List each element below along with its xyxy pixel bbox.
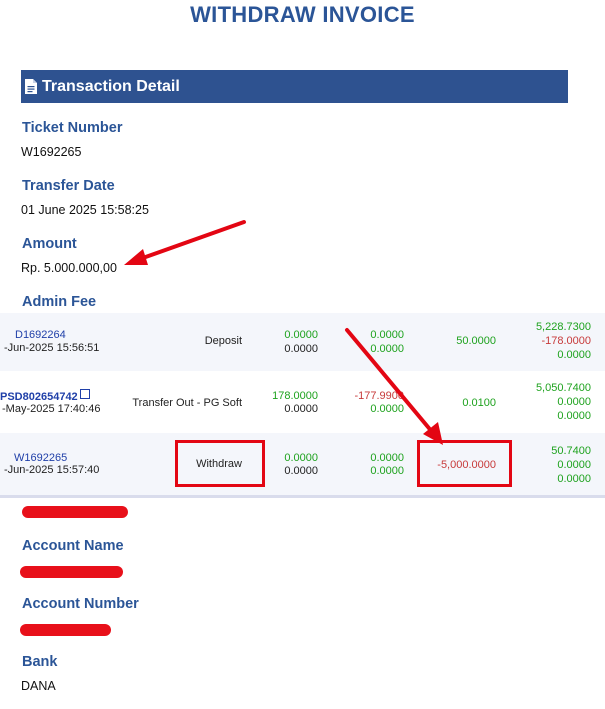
amount-cell: 0.0000	[370, 465, 404, 477]
arrow-to-amount	[124, 220, 246, 265]
table-row: W1692265 -Jun-2025 15:57:40 Withdraw 0.0…	[0, 433, 605, 495]
amount-cell: 0.0000	[370, 329, 404, 341]
transfer-date-value: 01 June 2025 15:58:25	[21, 203, 149, 217]
amount-cell: 0.0000	[370, 343, 404, 355]
amount-label: Amount	[22, 236, 77, 252]
balance-cell: 0.0000	[557, 349, 591, 361]
transaction-type: Transfer Out - PG Soft	[132, 397, 242, 409]
redaction-mark	[20, 566, 123, 578]
balance-cell: 5,050.7400	[535, 382, 591, 394]
transaction-table: D1692264 -Jun-2025 15:56:51 Deposit 0.00…	[0, 313, 605, 498]
redaction-mark	[22, 506, 128, 518]
transaction-date: -Jun-2025 15:57:40	[4, 464, 100, 476]
admin-fee-label: Admin Fee	[22, 294, 97, 310]
page-title: WITHDRAW INVOICE	[190, 2, 415, 27]
balance-cell: 0.0000	[557, 396, 591, 408]
amount-highlight-box	[417, 440, 512, 487]
amount-cell: 0.0000	[284, 329, 318, 341]
section-title: Transaction Detail	[42, 77, 180, 95]
balance-cell: -178.0000	[541, 335, 591, 347]
transfer-date-label: Transfer Date	[22, 178, 115, 194]
amount-cell: 0.0000	[370, 452, 404, 464]
balance-cell: 5,228.7300	[535, 321, 591, 333]
transaction-type: Deposit	[204, 335, 242, 347]
amount-cell: 0.0000	[284, 343, 318, 355]
transaction-id[interactable]: D1692264	[15, 328, 66, 342]
balance-cell: 0.0000	[557, 459, 591, 471]
balance-cell: 50.7400	[551, 445, 591, 457]
bank-value: DANA	[21, 679, 56, 693]
amount-cell: 178.0000	[272, 390, 318, 402]
table-row: PSD802654742 -May-2025 17:40:46 Transfer…	[0, 371, 605, 433]
account-number-label: Account Number	[22, 596, 139, 612]
balance-cell: 0.0000	[557, 410, 591, 422]
external-link-icon[interactable]	[79, 389, 90, 399]
amount-cell: -177.9900	[354, 390, 404, 402]
withdraw-highlight-box	[175, 440, 265, 487]
amount-cell: 0.0000	[284, 403, 318, 415]
balance-cell: 0.0000	[557, 473, 591, 485]
ticket-number-value: W1692265	[21, 145, 82, 159]
bank-label: Bank	[22, 654, 58, 670]
redaction-mark	[20, 624, 111, 636]
transaction-detail-header: Transaction Detail	[21, 70, 568, 103]
amount-value: Rp. 5.000.000,00	[21, 261, 117, 275]
transaction-date: -May-2025 17:40:46	[2, 403, 101, 415]
amount-cell: 50.0000	[456, 335, 496, 347]
ticket-number-label: Ticket Number	[22, 120, 123, 136]
document-icon	[25, 79, 37, 94]
account-name-label: Account Name	[22, 538, 124, 554]
transaction-date: -Jun-2025 15:56:51	[4, 342, 100, 354]
table-row: D1692264 -Jun-2025 15:56:51 Deposit 0.00…	[0, 313, 605, 371]
amount-cell: 0.0100	[462, 397, 496, 409]
amount-cell: 0.0000	[370, 403, 404, 415]
